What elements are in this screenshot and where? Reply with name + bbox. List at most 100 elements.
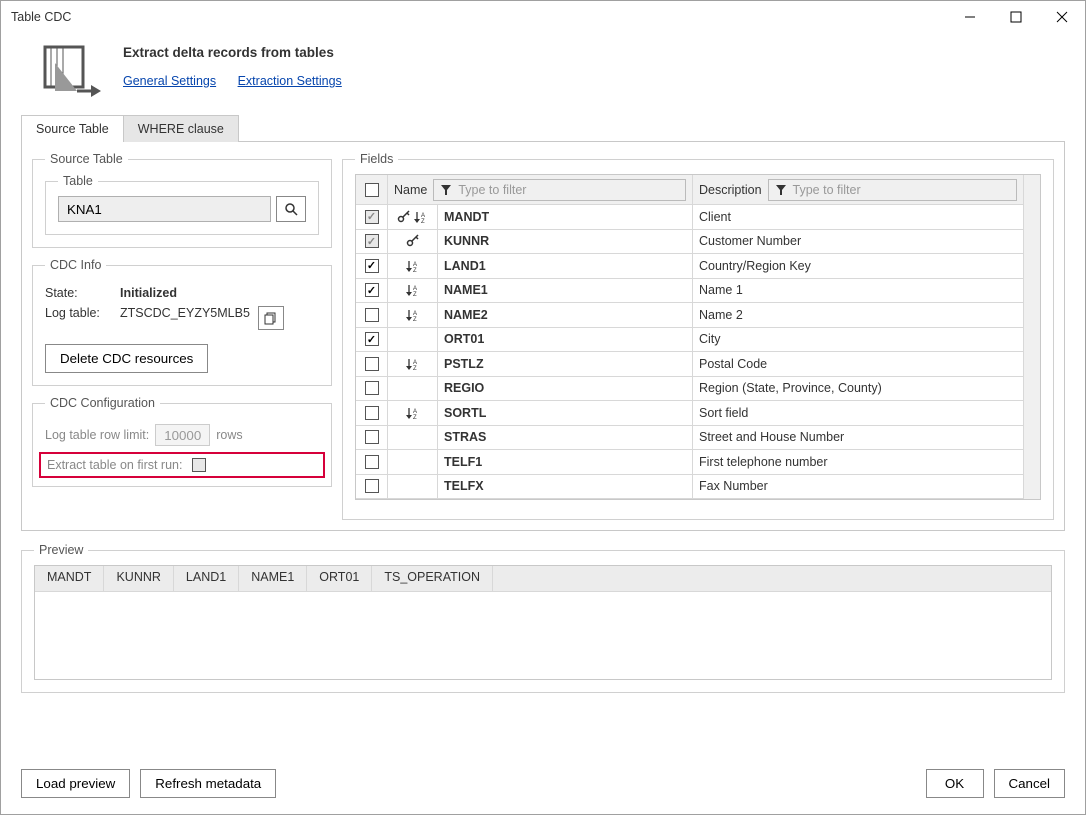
field-icons <box>388 230 438 254</box>
field-icons: AZ <box>388 205 438 229</box>
field-desc: Name 1 <box>693 279 1023 303</box>
sort-icon: AZ <box>413 210 429 224</box>
field-row[interactable]: KUNNRCustomer Number <box>356 230 1023 255</box>
state-label: State: <box>45 286 120 300</box>
source-table-fieldset: Source Table Table <box>32 152 332 248</box>
select-all-checkbox[interactable] <box>365 183 379 197</box>
col-name-header: Name <box>394 183 427 197</box>
source-table-legend: Source Table <box>45 152 128 166</box>
field-desc: Name 2 <box>693 303 1023 327</box>
desc-filter-placeholder: Type to filter <box>793 183 861 197</box>
refresh-metadata-button[interactable]: Refresh metadata <box>140 769 276 798</box>
field-row[interactable]: STRASStreet and House Number <box>356 426 1023 451</box>
key-icon <box>397 210 411 224</box>
name-filter-input[interactable]: Type to filter <box>433 179 686 201</box>
field-checkbox[interactable] <box>365 381 379 395</box>
field-checkbox[interactable] <box>365 430 379 444</box>
table-legend: Table <box>58 174 98 188</box>
minimize-button[interactable] <box>947 1 993 33</box>
cdc-config-fieldset: CDC Configuration Log table row limit: r… <box>32 396 332 487</box>
svg-text:Z: Z <box>413 292 417 297</box>
tab-where-clause[interactable]: WHERE clause <box>123 115 239 142</box>
copy-button[interactable] <box>258 306 284 330</box>
field-icons <box>388 377 438 401</box>
cdc-info-fieldset: CDC Info State: Initialized Log table: Z… <box>32 258 332 386</box>
preview-column[interactable]: TS_OPERATION <box>372 566 493 591</box>
sort-icon: AZ <box>405 357 421 371</box>
field-checkbox[interactable] <box>365 234 379 248</box>
scrollbar[interactable] <box>1023 175 1040 499</box>
key-icon <box>406 234 420 248</box>
svg-text:Z: Z <box>413 317 417 322</box>
field-name: LAND1 <box>438 254 693 278</box>
field-row[interactable]: AZPSTLZPostal Code <box>356 352 1023 377</box>
col-desc-header: Description <box>699 183 762 197</box>
table-name-input[interactable] <box>58 196 271 222</box>
field-row[interactable]: AZ NAME1Name 1 <box>356 279 1023 304</box>
header-title: Extract delta records from tables <box>123 45 360 60</box>
field-desc: Country/Region Key <box>693 254 1023 278</box>
tab-source-table[interactable]: Source Table <box>21 115 124 142</box>
field-name: NAME1 <box>438 279 693 303</box>
svg-text:Z: Z <box>413 415 417 420</box>
cdc-info-legend: CDC Info <box>45 258 106 272</box>
field-row[interactable]: AZSORTLSort field <box>356 401 1023 426</box>
field-checkbox[interactable] <box>365 479 379 493</box>
field-row[interactable]: REGIORegion (State, Province, County) <box>356 377 1023 402</box>
ok-button[interactable]: OK <box>926 769 984 798</box>
field-icons: AZ <box>388 401 438 425</box>
link-extraction-settings[interactable]: Extraction Settings <box>238 74 342 88</box>
field-row[interactable]: AZLAND1Country/Region Key <box>356 254 1023 279</box>
cancel-button[interactable]: Cancel <box>994 769 1066 798</box>
delete-cdc-button[interactable]: Delete CDC resources <box>45 344 208 373</box>
field-name: MANDT <box>438 205 693 229</box>
field-desc: Client <box>693 205 1023 229</box>
extract-first-checkbox[interactable] <box>192 458 206 472</box>
field-name: REGIO <box>438 377 693 401</box>
titlebar: Table CDC <box>1 1 1085 33</box>
sort-icon: AZ <box>405 283 421 297</box>
preview-column[interactable]: ORT01 <box>307 566 372 591</box>
field-row[interactable]: AZ MANDTClient <box>356 205 1023 230</box>
field-checkbox[interactable] <box>365 332 379 346</box>
field-checkbox[interactable] <box>365 259 379 273</box>
sort-icon: AZ <box>405 406 421 420</box>
field-desc: First telephone number <box>693 450 1023 474</box>
field-row[interactable]: TELFXFax Number <box>356 475 1023 500</box>
field-icons: AZ <box>388 303 438 327</box>
field-desc: Region (State, Province, County) <box>693 377 1023 401</box>
field-checkbox[interactable] <box>365 357 379 371</box>
field-row[interactable]: ORT01City <box>356 328 1023 353</box>
field-checkbox[interactable] <box>365 455 379 469</box>
field-icons: AZ <box>388 254 438 278</box>
field-row[interactable]: AZNAME2Name 2 <box>356 303 1023 328</box>
preview-column[interactable]: KUNNR <box>104 566 173 591</box>
preview-column[interactable]: MANDT <box>35 566 104 591</box>
maximize-button[interactable] <box>993 1 1039 33</box>
preview-legend: Preview <box>34 543 88 557</box>
preview-column[interactable]: NAME1 <box>239 566 307 591</box>
row-limit-input[interactable] <box>155 424 210 446</box>
close-button[interactable] <box>1039 1 1085 33</box>
field-icons <box>388 426 438 450</box>
window-title: Table CDC <box>11 10 947 24</box>
field-checkbox[interactable] <box>365 283 379 297</box>
field-checkbox[interactable] <box>365 210 379 224</box>
link-general-settings[interactable]: General Settings <box>123 74 216 88</box>
load-preview-button[interactable]: Load preview <box>21 769 130 798</box>
field-desc: City <box>693 328 1023 352</box>
search-button[interactable] <box>276 196 306 222</box>
field-name: KUNNR <box>438 230 693 254</box>
field-icons: AZ <box>388 352 438 376</box>
field-checkbox[interactable] <box>365 406 379 420</box>
cdc-config-legend: CDC Configuration <box>45 396 160 410</box>
field-desc: Fax Number <box>693 475 1023 499</box>
row-limit-unit: rows <box>216 428 242 442</box>
desc-filter-input[interactable]: Type to filter <box>768 179 1017 201</box>
field-name: PSTLZ <box>438 352 693 376</box>
preview-column[interactable]: LAND1 <box>174 566 239 591</box>
field-row[interactable]: TELF1First telephone number <box>356 450 1023 475</box>
field-checkbox[interactable] <box>365 308 379 322</box>
field-desc: Sort field <box>693 401 1023 425</box>
field-desc: Customer Number <box>693 230 1023 254</box>
